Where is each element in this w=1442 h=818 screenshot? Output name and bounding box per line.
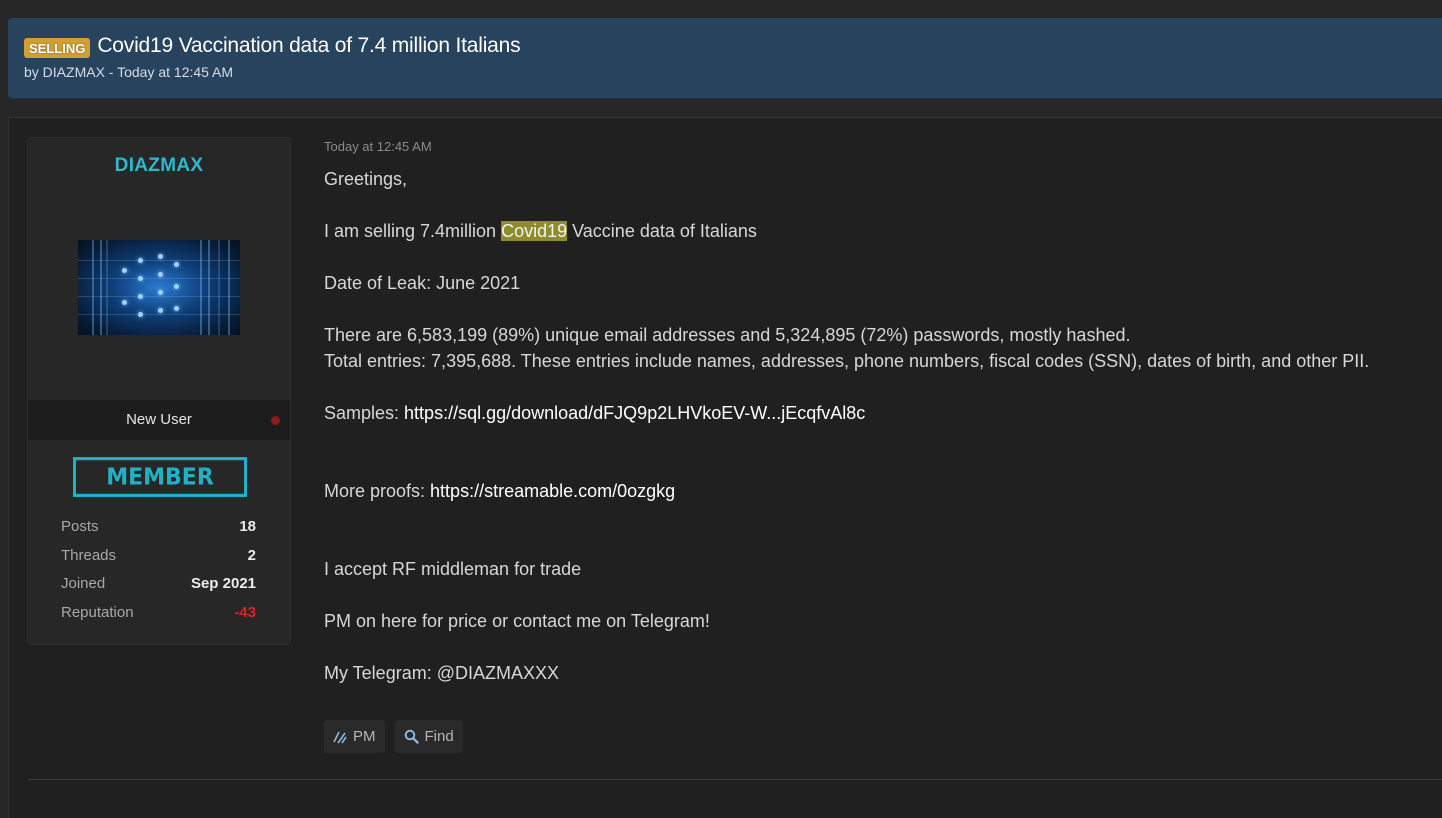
offline-status-dot bbox=[271, 416, 280, 425]
user-card: DIAZMAX New User MEMBER Posts 18 Threads… bbox=[28, 138, 290, 644]
user-stats: Posts 18 Threads 2 Joined Sep 2021 Reput… bbox=[61, 518, 256, 633]
search-highlight: Covid19 bbox=[501, 221, 568, 241]
thread-header: SELLING Covid19 Vaccination data of 7.4 … bbox=[8, 18, 1442, 99]
stat-label: Threads bbox=[61, 546, 117, 564]
thread-meta: by DIAZMAX - Today at 12:45 AM bbox=[24, 64, 234, 80]
avatar[interactable] bbox=[78, 240, 240, 335]
stat-label: Joined bbox=[61, 575, 106, 593]
pm-button[interactable]: PM bbox=[324, 720, 385, 753]
post-content: Greetings, I am selling 7.4million Covid… bbox=[324, 166, 1434, 686]
stat-row-posts: Posts 18 bbox=[61, 518, 256, 547]
pm-button-label: PM bbox=[353, 728, 376, 745]
stat-label: Posts bbox=[61, 518, 99, 535]
post-separator bbox=[28, 779, 1442, 780]
pm-text: PM on here for price or contact me on Te… bbox=[324, 611, 710, 631]
selling-line-pre: I am selling 7.4million bbox=[324, 221, 502, 241]
post-date: Today at 12:45 AM bbox=[324, 139, 432, 154]
proofs-link[interactable]: https://streamable.com/0ozgkg bbox=[430, 481, 675, 501]
post-body: Today at 12:45 AM Greetings, I am sellin… bbox=[324, 139, 1434, 686]
proofs-label: More proofs: bbox=[324, 481, 431, 501]
paper-plane-icon bbox=[333, 730, 347, 744]
member-badge: MEMBER bbox=[73, 457, 247, 497]
stat-value: Sep 2021 bbox=[190, 575, 256, 593]
username-link[interactable]: DIAZMAX bbox=[28, 155, 290, 177]
leak-date-text: Date of Leak: June 2021 bbox=[324, 273, 521, 293]
selling-line-post: Vaccine data of Italians bbox=[567, 221, 757, 241]
samples-label: Samples: bbox=[324, 403, 405, 423]
selling-line: I am selling 7.4million Covid19 Vaccine … bbox=[324, 218, 1434, 244]
stats-text: There are 6,583,199 (89%) unique email a… bbox=[324, 325, 1131, 345]
telegram-text: My Telegram: @DIAZMAXXX bbox=[324, 663, 559, 683]
stat-value[interactable]: 2 bbox=[248, 547, 256, 564]
stat-row-joined: Joined Sep 2021 bbox=[61, 575, 256, 604]
thread-title-row: SELLING Covid19 Vaccination data of 7.4 … bbox=[24, 34, 521, 58]
search-icon bbox=[404, 729, 419, 744]
selling-prefix-badge[interactable]: SELLING bbox=[24, 38, 91, 58]
thread-title: Covid19 Vaccination data of 7.4 million … bbox=[97, 34, 521, 57]
samples-link[interactable]: https://sql.gg/download/dFJQ9p2LHVkoEV-W… bbox=[404, 403, 865, 423]
stat-value[interactable]: 18 bbox=[239, 518, 256, 535]
middleman-text: I accept RF middleman for trade bbox=[324, 559, 582, 579]
stat-value[interactable]: -43 bbox=[234, 604, 256, 621]
post-actions: PM Find bbox=[324, 720, 463, 753]
greeting-text: Greetings, bbox=[324, 169, 408, 189]
stat-row-reputation: Reputation -43 bbox=[61, 604, 256, 633]
user-rank-title: New User bbox=[126, 411, 192, 428]
find-button[interactable]: Find bbox=[394, 720, 463, 753]
find-button-label: Find bbox=[424, 728, 454, 745]
stat-label: Reputation bbox=[61, 604, 134, 622]
proofs-line: More proofs: https://streamable.com/0ozg… bbox=[324, 478, 1434, 504]
user-rank-bar: New User bbox=[28, 400, 290, 440]
entries-text: Total entries: 7,395,688. These entries … bbox=[324, 351, 1370, 371]
samples-line: Samples: https://sql.gg/download/dFJQ9p2… bbox=[324, 400, 1434, 426]
stat-row-threads: Threads 2 bbox=[61, 547, 256, 576]
